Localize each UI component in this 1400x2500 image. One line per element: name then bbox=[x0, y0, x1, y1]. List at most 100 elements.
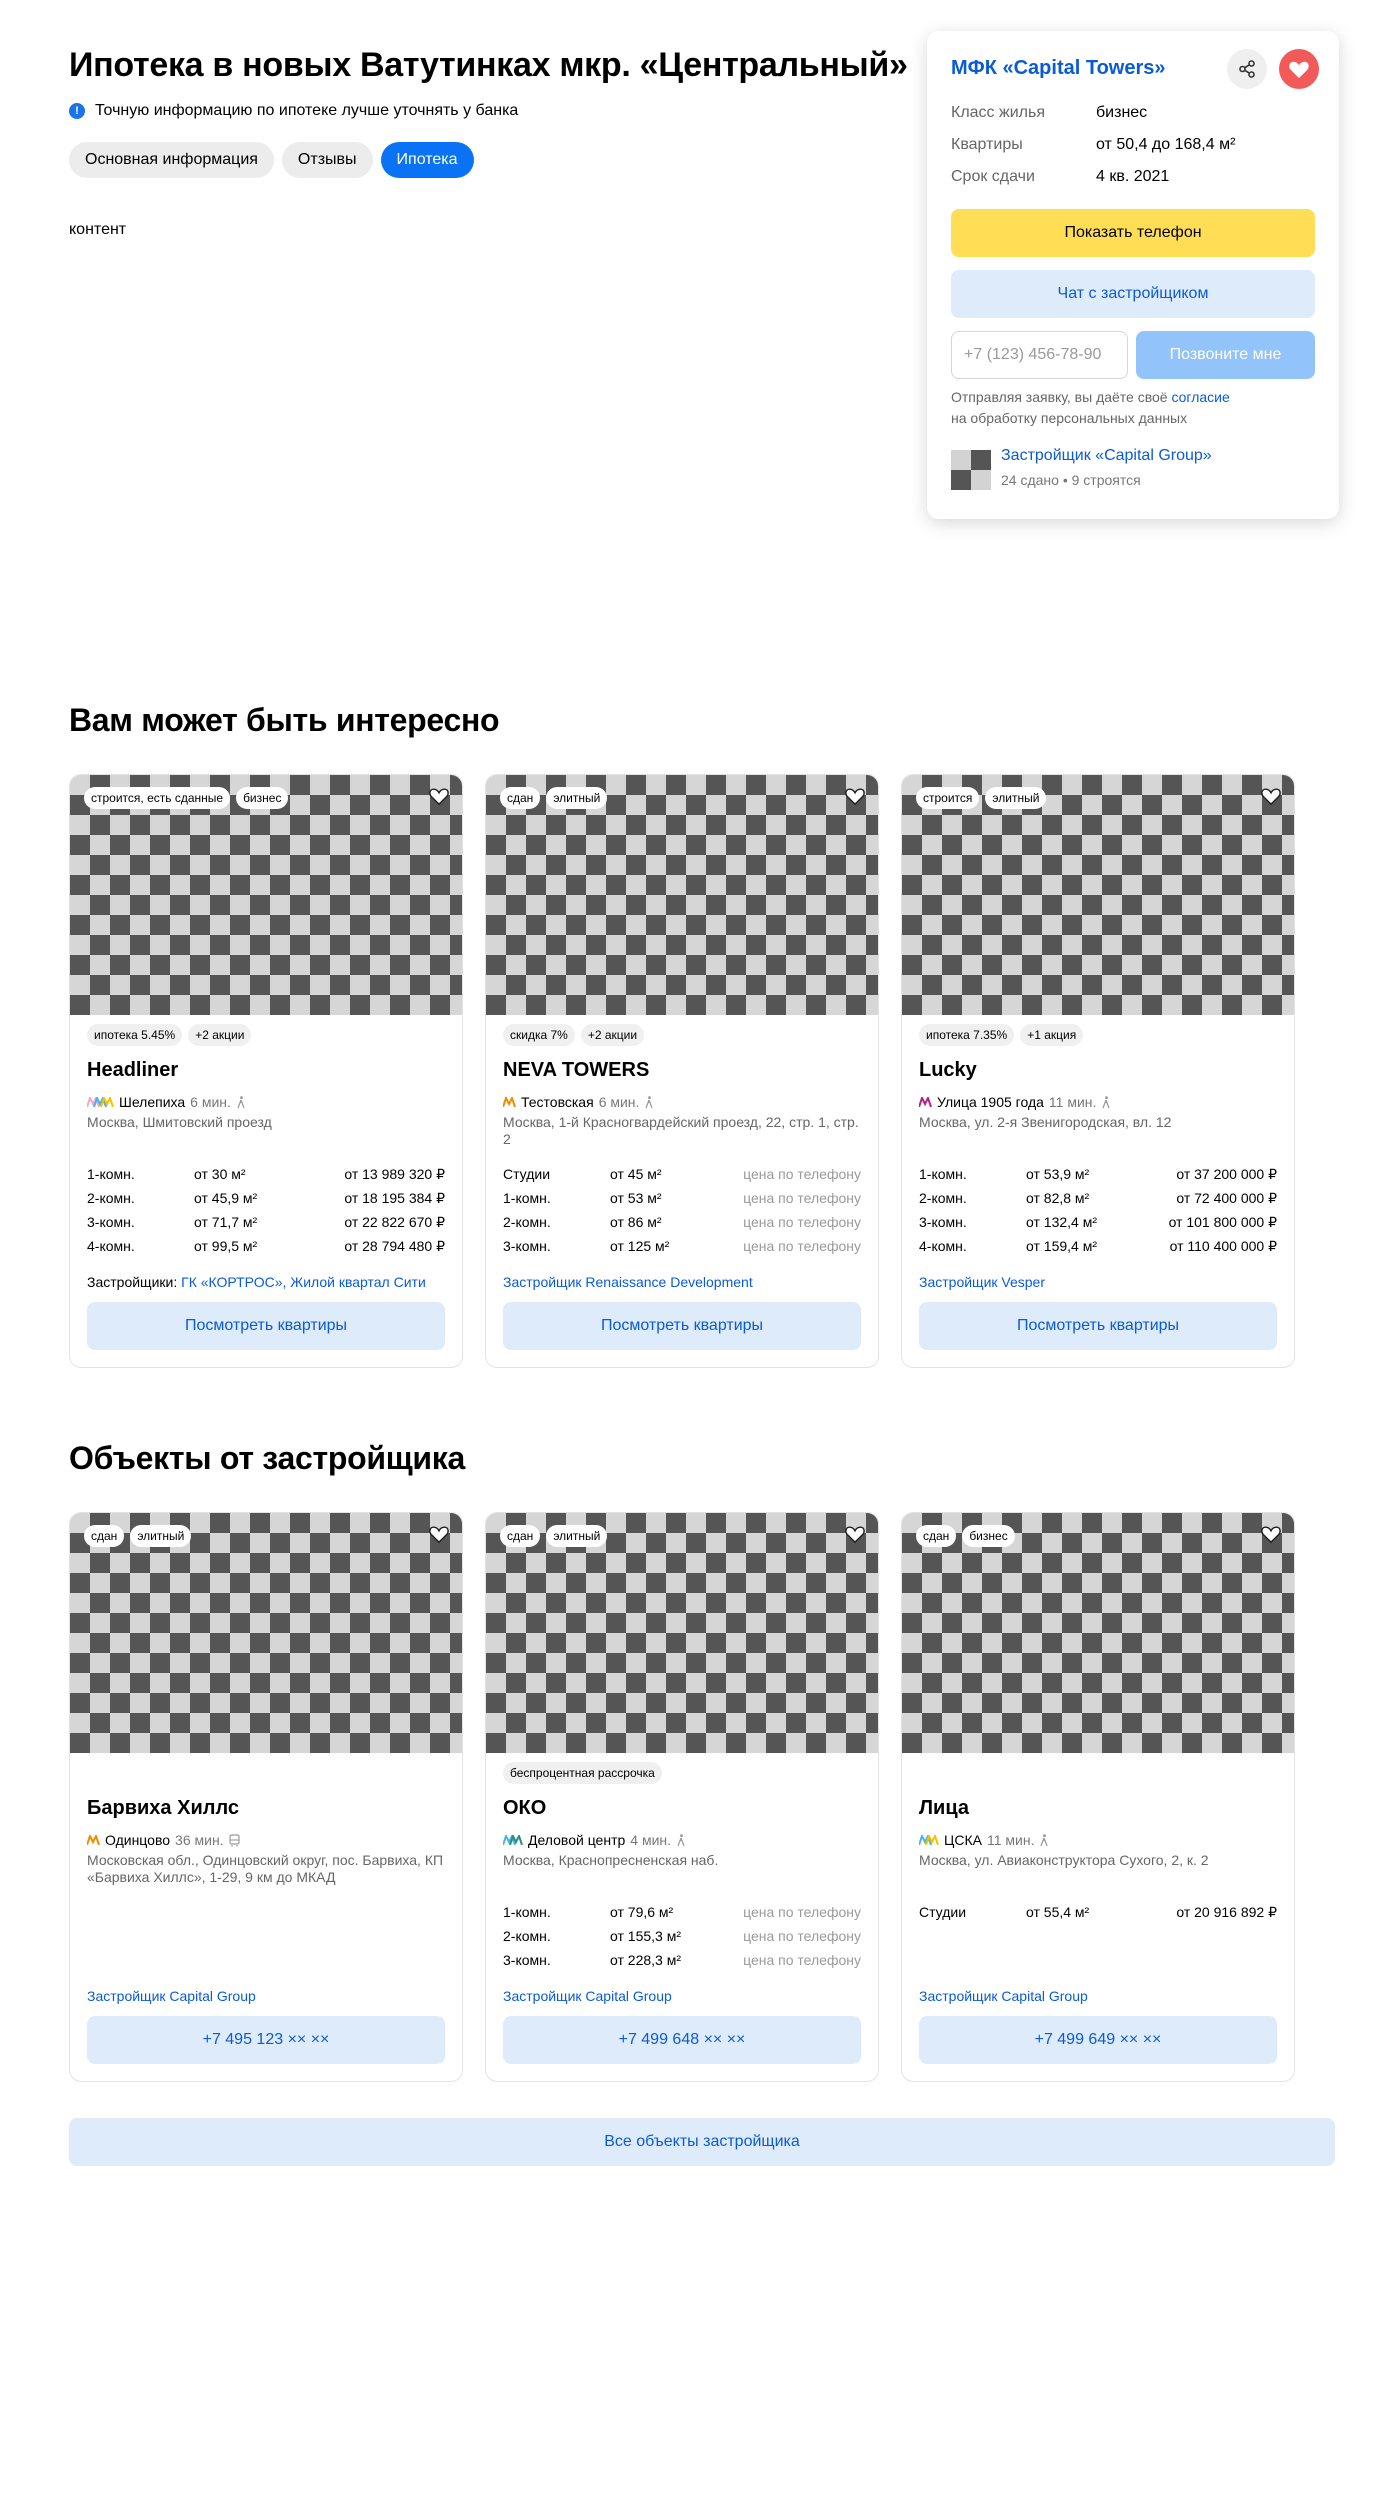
developer-link[interactable]: Застройщик Capital Group bbox=[87, 1988, 256, 2004]
attr-value: 4 кв. 2021 bbox=[1096, 168, 1170, 185]
complex-contact-card: МФК «Capital Towers» Класс жилья бизнес … bbox=[927, 31, 1339, 519]
tab-reviews[interactable]: Отзывы bbox=[281, 142, 373, 178]
call-me-button[interactable]: Позвоните мне bbox=[1136, 331, 1315, 379]
share-button[interactable] bbox=[1227, 49, 1267, 89]
travel-time: 6 мин. bbox=[598, 1094, 640, 1110]
card-favorite-button[interactable] bbox=[842, 783, 868, 809]
attr-row-class: Класс жилья бизнес bbox=[951, 97, 1321, 129]
promo-badge[interactable]: ипотека 5.45% bbox=[87, 1024, 183, 1046]
card-favorite-button[interactable] bbox=[842, 1521, 868, 1547]
complex-photo[interactable]: строится, есть сданные бизнес bbox=[70, 775, 462, 1015]
phone-input[interactable] bbox=[951, 331, 1128, 379]
chat-with-developer-button[interactable]: Чат с застройщиком bbox=[951, 270, 1315, 318]
card-favorite-button[interactable] bbox=[1258, 1521, 1284, 1547]
property-tag: сдан bbox=[84, 1525, 125, 1547]
promo-badge[interactable]: ипотека 7.35% bbox=[919, 1024, 1015, 1046]
flat-area: от 82,8 м² bbox=[1026, 1190, 1090, 1206]
section-title-developer-objects: Объекты от застройщика bbox=[69, 1440, 465, 1476]
flat-area: от 159,4 м² bbox=[1026, 1238, 1097, 1254]
developer-link[interactable]: Застройщик Renaissance Development bbox=[503, 1274, 753, 1290]
show-phone-button[interactable]: Показать телефон bbox=[951, 209, 1315, 257]
flat-price: от 101 800 000 ₽ bbox=[1168, 1213, 1277, 1230]
card-action-button[interactable]: Посмотреть квартиры bbox=[919, 1302, 1277, 1350]
complex-name-link[interactable]: МФК «Capital Towers» bbox=[951, 57, 1166, 80]
developer-link[interactable]: Застройщик Capital Group bbox=[919, 1988, 1088, 2004]
share-icon bbox=[1239, 60, 1255, 78]
favorite-button[interactable] bbox=[1279, 49, 1319, 89]
complex-photo[interactable]: сдан бизнес bbox=[902, 1513, 1294, 1753]
metro-icon bbox=[87, 1097, 114, 1107]
card-body: скидка 7% +2 акции NEVA TOWERS Тестовская 6 … bbox=[486, 1015, 878, 1367]
attr-value: бизнес bbox=[1096, 104, 1148, 121]
promo-badge[interactable]: +1 акция bbox=[1020, 1024, 1084, 1046]
card-body: Барвиха Хиллс Одинцово 36 мин. Московская о… bbox=[70, 1753, 462, 2081]
flat-area: от 132,4 м² bbox=[1026, 1214, 1097, 1230]
consent-text: Отправляя заявку, вы даёте своё согласие… bbox=[951, 387, 1311, 429]
complex-photo[interactable]: сдан элитный bbox=[486, 775, 878, 1015]
flat-type: 3-комн. bbox=[503, 1952, 551, 1968]
flat-row: 4-комн. от 99,5 м² от 28 794 480 ₽ bbox=[87, 1234, 445, 1258]
complex-title[interactable]: Лица bbox=[919, 1797, 1277, 1823]
developer-info: Застройщик Capital Group bbox=[503, 1988, 861, 2006]
card-action-button[interactable]: +7 495 123 ×× ×× bbox=[87, 2016, 445, 2064]
property-tag: строится bbox=[916, 787, 980, 809]
all-developer-objects-button[interactable]: Все объекты застройщика bbox=[69, 2118, 1335, 2166]
card-favorite-button[interactable] bbox=[426, 783, 452, 809]
complex-card[interactable]: строится, есть сданные бизнес ипотека 5.45… bbox=[69, 774, 463, 1368]
card-action-button[interactable]: +7 499 649 ×× ×× bbox=[919, 2016, 1277, 2064]
card-action-button[interactable]: Посмотреть квартиры bbox=[87, 1302, 445, 1350]
complex-card[interactable]: сдан бизнес Лица ЦСКА 11 мин. Москва, ул. Ави… bbox=[901, 1512, 1295, 2082]
flat-type: Студии bbox=[919, 1904, 967, 1920]
complex-title[interactable]: ОКО bbox=[503, 1797, 861, 1823]
complex-card[interactable]: сдан элитный скидка 7% +2 акции NEVA TOWERS Т… bbox=[485, 774, 879, 1368]
flat-price: цена по телефону bbox=[743, 1952, 861, 1968]
complex-card[interactable]: сдан элитный Барвиха Хиллс Одинцово 36 мин. М… bbox=[69, 1512, 463, 2082]
flat-type: 1-комн. bbox=[503, 1190, 551, 1206]
tab-mortgage[interactable]: Ипотека bbox=[380, 142, 474, 178]
complex-title[interactable]: NEVA TOWERS bbox=[503, 1059, 861, 1085]
address: Москва, 1-й Красногвардейский проезд, 22… bbox=[503, 1114, 859, 1147]
card-action-button[interactable]: +7 499 648 ×× ×× bbox=[503, 2016, 861, 2064]
developer-link[interactable]: Застройщик Capital Group bbox=[503, 1988, 672, 2004]
flat-type: Студии bbox=[503, 1166, 551, 1182]
tab-content: контент bbox=[69, 221, 127, 238]
metro-station: Шелепиха 6 мин. bbox=[87, 1093, 445, 1111]
flat-table: 1-комн. от 30 м² от 13 989 320 ₽ 2-комн. от … bbox=[87, 1162, 445, 1258]
developer-info: Застройщик Renaissance Development bbox=[503, 1274, 861, 1292]
developer-prefix: Застройщики: bbox=[87, 1274, 178, 1290]
complex-photo[interactable]: сдан элитный bbox=[486, 1513, 878, 1753]
flat-area: от 228,3 м² bbox=[610, 1952, 681, 1968]
consent-link[interactable]: согласие bbox=[1171, 389, 1229, 405]
card-favorite-button[interactable] bbox=[1258, 783, 1284, 809]
flat-price: от 37 200 000 ₽ bbox=[1176, 1165, 1277, 1182]
complex-photo[interactable]: строится элитный bbox=[902, 775, 1294, 1015]
promo-badge[interactable]: беспроцентная рассрочка bbox=[503, 1762, 662, 1784]
card-favorite-button[interactable] bbox=[426, 1521, 452, 1547]
consent-prefix: Отправляя заявку, вы даёте своё bbox=[951, 389, 1168, 405]
complex-photo[interactable]: сдан элитный bbox=[70, 1513, 462, 1753]
promo-badge[interactable]: +2 акции bbox=[188, 1024, 252, 1046]
metro-station: ЦСКА 11 мин. bbox=[919, 1831, 1277, 1849]
complex-card[interactable]: строится элитный ипотека 7.35% +1 акция Luck… bbox=[901, 774, 1295, 1368]
address: Москва, ул. Авиаконструктора Сухого, 2, … bbox=[919, 1852, 1209, 1868]
tab-main-info[interactable]: Основная информация bbox=[69, 142, 274, 178]
address: Москва, Краснопресненская наб. bbox=[503, 1852, 719, 1868]
attr-key: Срок сдачи bbox=[951, 168, 1035, 185]
property-tag: элитный bbox=[546, 1525, 608, 1547]
card-action-button[interactable]: Посмотреть квартиры bbox=[503, 1302, 861, 1350]
property-tags: строится, есть сданные бизнес bbox=[84, 787, 289, 809]
complex-card[interactable]: сдан элитный беспроцентная рассрочка ОКО Дел… bbox=[485, 1512, 879, 2082]
developer-link[interactable]: Застройщик «Capital Group» bbox=[1001, 447, 1212, 465]
promo-badge[interactable]: +2 акции bbox=[580, 1024, 645, 1046]
promo-badge[interactable]: скидка 7% bbox=[503, 1024, 575, 1046]
complex-title[interactable]: Lucky bbox=[919, 1059, 1277, 1085]
property-tags: сдан элитный bbox=[84, 1525, 192, 1547]
flat-table: Студии от 55,4 м² от 20 916 892 ₽ bbox=[919, 1900, 1277, 1972]
developer-link[interactable]: ГК «КОРТРОС», Жилой квартал Сити bbox=[181, 1274, 426, 1290]
flat-row: 1-комн. от 30 м² от 13 989 320 ₽ bbox=[87, 1162, 445, 1186]
promo-list: ипотека 7.35% +1 акция bbox=[919, 1015, 1277, 1055]
complex-title[interactable]: Headliner bbox=[87, 1059, 445, 1085]
developer-link[interactable]: Застройщик Vesper bbox=[919, 1274, 1045, 1290]
walk-icon bbox=[1102, 1095, 1110, 1108]
complex-title[interactable]: Барвиха Хиллс bbox=[87, 1797, 445, 1823]
